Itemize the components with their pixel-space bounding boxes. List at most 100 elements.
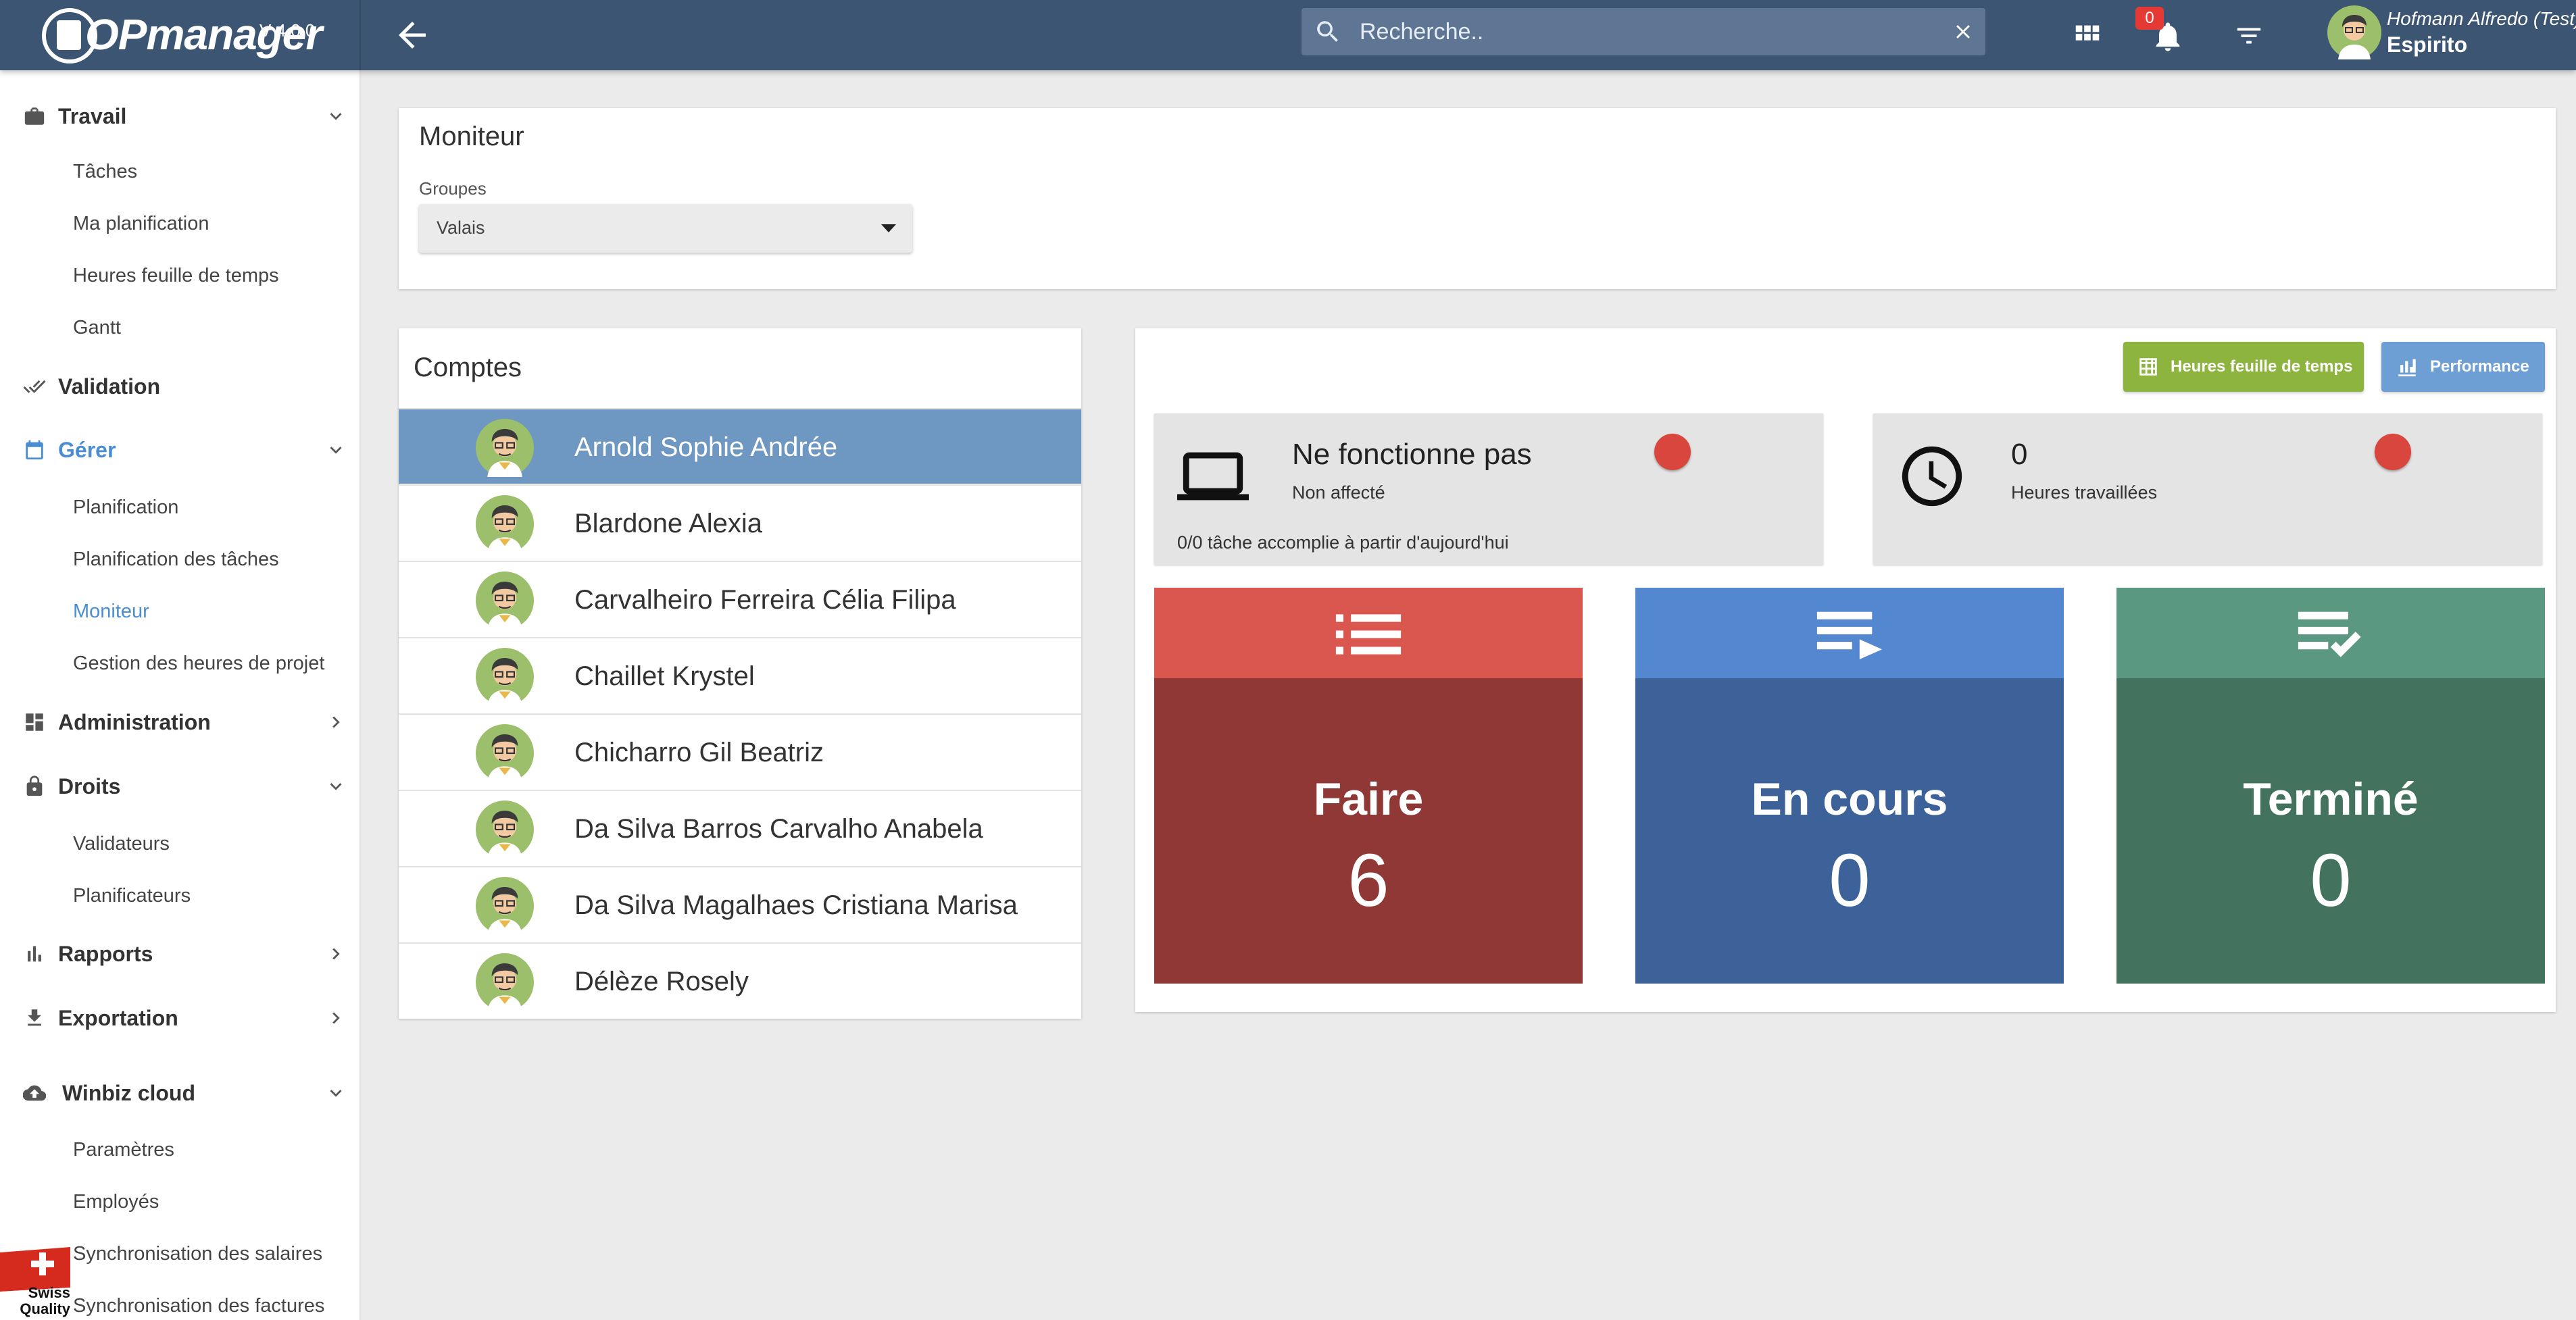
dashboard-card: Heures feuille de temps Performance Ne f… xyxy=(1135,328,2556,1012)
work-status-panel: Ne fonctionne pas Non affecté 0/0 tâche … xyxy=(1154,413,1823,565)
timesheet-button-label: Heures feuille de temps xyxy=(2171,357,2353,376)
account-row[interactable]: Arnold Sophie Andrée xyxy=(399,408,1081,484)
tile-header xyxy=(1154,588,1583,678)
sidebar-item-planificateurs[interactable]: Planificateurs xyxy=(73,875,191,916)
search-input[interactable] xyxy=(1360,15,1941,49)
sidebar-section-exportation[interactable]: Exportation xyxy=(0,992,361,1044)
playlist-play-icon xyxy=(1816,611,1883,659)
caret-down-icon xyxy=(881,224,896,232)
account-row[interactable]: Da Silva Magalhaes Cristiana Marisa xyxy=(399,866,1081,942)
sidebar-section-label: Exportation xyxy=(58,1005,178,1030)
table-grid-icon xyxy=(2139,358,2157,376)
playlist-check-icon xyxy=(2298,611,2361,657)
sidebar-section-validation[interactable]: Validation xyxy=(0,361,361,412)
chevron-right-icon xyxy=(332,948,340,960)
sidebar-section-droits[interactable]: Droits xyxy=(0,761,361,812)
sidebar-section-travail[interactable]: Travail xyxy=(0,91,361,142)
sidebar-item-moniteur[interactable]: Moniteur xyxy=(73,591,149,632)
hours-worked-label: Heures travaillées xyxy=(2011,482,2158,503)
sidebar-section-label: Administration xyxy=(58,709,211,734)
sidebar-item-employes[interactable]: Employés xyxy=(73,1182,159,1222)
tile-header xyxy=(1635,588,2064,678)
account-avatar xyxy=(476,648,534,706)
sidebar-item-sync-factures[interactable]: Synchronisation des factures xyxy=(73,1286,324,1320)
account-row[interactable]: Blardone Alexia xyxy=(399,484,1081,560)
bar-chart-icon xyxy=(2398,359,2416,377)
account-name: Chaillet Krystel xyxy=(574,661,755,691)
sidebar-item-gantt[interactable]: Gantt xyxy=(73,307,121,348)
calendar-icon xyxy=(26,440,43,460)
double-check-icon xyxy=(23,380,46,393)
tile-count: 0 xyxy=(1829,839,1871,922)
account-avatar xyxy=(476,572,534,630)
back-arrow-icon[interactable] xyxy=(392,15,432,55)
topbar-divider xyxy=(360,0,361,70)
sidebar-item-ma-planification[interactable]: Ma planification xyxy=(73,203,209,244)
sidebar-section-label: Travail xyxy=(58,103,127,128)
account-row[interactable]: Délèze Rosely xyxy=(399,942,1081,1018)
tile-label: En cours xyxy=(1751,773,1948,825)
sidebar-item-planification[interactable]: Planification xyxy=(73,487,178,528)
hours-worked-panel: 0 Heures travaillées xyxy=(1873,413,2542,565)
tile-faire[interactable]: Faire 6 xyxy=(1154,588,1583,984)
account-row[interactable]: Chicharro Gil Beatriz xyxy=(399,713,1081,789)
account-name: Arnold Sophie Andrée xyxy=(574,432,838,462)
filter-icon[interactable] xyxy=(2230,20,2268,51)
download-icon xyxy=(28,1009,41,1026)
tile-header xyxy=(2116,588,2545,678)
search-icon[interactable] xyxy=(1314,18,1342,46)
dashboard-icon xyxy=(26,713,43,731)
user-name[interactable]: Hofmann Alfredo (Test) xyxy=(2387,8,2576,30)
top-bar: OPmanager V 4.0.0 0 Hofmann Alfredo (Tes… xyxy=(0,0,2576,70)
account-row[interactable]: Carvalheiro Ferreira Célia Filipa xyxy=(399,561,1081,636)
tile-count: 0 xyxy=(2310,839,2352,922)
account-name: Chicharro Gil Beatriz xyxy=(574,738,824,767)
status-indicator-dot xyxy=(1654,434,1691,470)
account-name: Carvalheiro Ferreira Célia Filipa xyxy=(574,585,956,615)
account-row[interactable]: Chaillet Krystel xyxy=(399,637,1081,713)
sidebar-section-rapports[interactable]: Rapports xyxy=(0,928,361,980)
sidebar-section-label: Rapports xyxy=(58,941,153,966)
sidebar-item-validateurs[interactable]: Validateurs xyxy=(73,823,170,864)
work-status-subtitle: Non affecté xyxy=(1292,482,1385,503)
hours-worked-value: 0 xyxy=(2011,438,2028,471)
account-avatar xyxy=(476,953,534,1011)
sidebar-item-planification-taches[interactable]: Planification des tâches xyxy=(73,539,279,580)
apps-grid-icon[interactable] xyxy=(2072,20,2103,51)
chevron-down-icon xyxy=(330,783,342,790)
account-avatar xyxy=(476,419,534,477)
sidebar-section-winbiz-cloud[interactable]: Winbiz cloud xyxy=(0,1067,361,1119)
sidebar-item-parametres[interactable]: Paramètres xyxy=(73,1129,174,1170)
app-logo[interactable]: OPmanager xyxy=(42,5,322,64)
list-icon xyxy=(1335,614,1402,655)
account-row[interactable]: Da Silva Barros Carvalho Anabela xyxy=(399,790,1081,865)
bar-chart-icon xyxy=(28,946,41,962)
lock-icon xyxy=(26,776,43,796)
timesheet-hours-button[interactable]: Heures feuille de temps xyxy=(2123,342,2364,392)
sidebar-item-taches[interactable]: Tâches xyxy=(73,151,137,192)
sidebar-section-gerer[interactable]: Gérer xyxy=(0,424,361,476)
briefcase-icon xyxy=(24,107,45,125)
tile-termine[interactable]: Terminé 0 xyxy=(2116,588,2545,984)
sidebar-section-label: Validation xyxy=(58,374,161,399)
account-avatar xyxy=(476,724,534,782)
tile-label: Faire xyxy=(1313,773,1424,825)
user-company[interactable]: Espirito xyxy=(2387,32,2467,57)
clear-search-icon[interactable] xyxy=(1952,20,1975,43)
work-status-title: Ne fonctionne pas xyxy=(1292,438,1532,471)
sidebar-item-sync-salaires[interactable]: Synchronisation des salaires xyxy=(73,1234,322,1274)
sidebar-item-heures-feuille[interactable]: Heures feuille de temps xyxy=(73,255,279,296)
swiss-quality-badge: Swiss Quality xyxy=(0,1247,70,1320)
search-box xyxy=(1302,8,1985,55)
tile-en-cours[interactable]: En cours 0 xyxy=(1635,588,2064,984)
tile-body xyxy=(1154,678,1583,984)
performance-button[interactable]: Performance xyxy=(2381,342,2545,392)
groupes-label: Groupes xyxy=(419,178,487,199)
groupes-select[interactable]: Valais xyxy=(419,204,912,253)
sidebar-nav: Travail Tâches Ma planification Heures f… xyxy=(0,70,361,1320)
sidebar-section-administration[interactable]: Administration xyxy=(0,696,361,748)
sidebar-item-gestion-heures-projet[interactable]: Gestion des heures de projet xyxy=(73,643,324,684)
notification-count-badge: 0 xyxy=(2135,7,2164,30)
user-avatar[interactable] xyxy=(2327,5,2381,59)
chevron-right-icon xyxy=(332,716,340,728)
